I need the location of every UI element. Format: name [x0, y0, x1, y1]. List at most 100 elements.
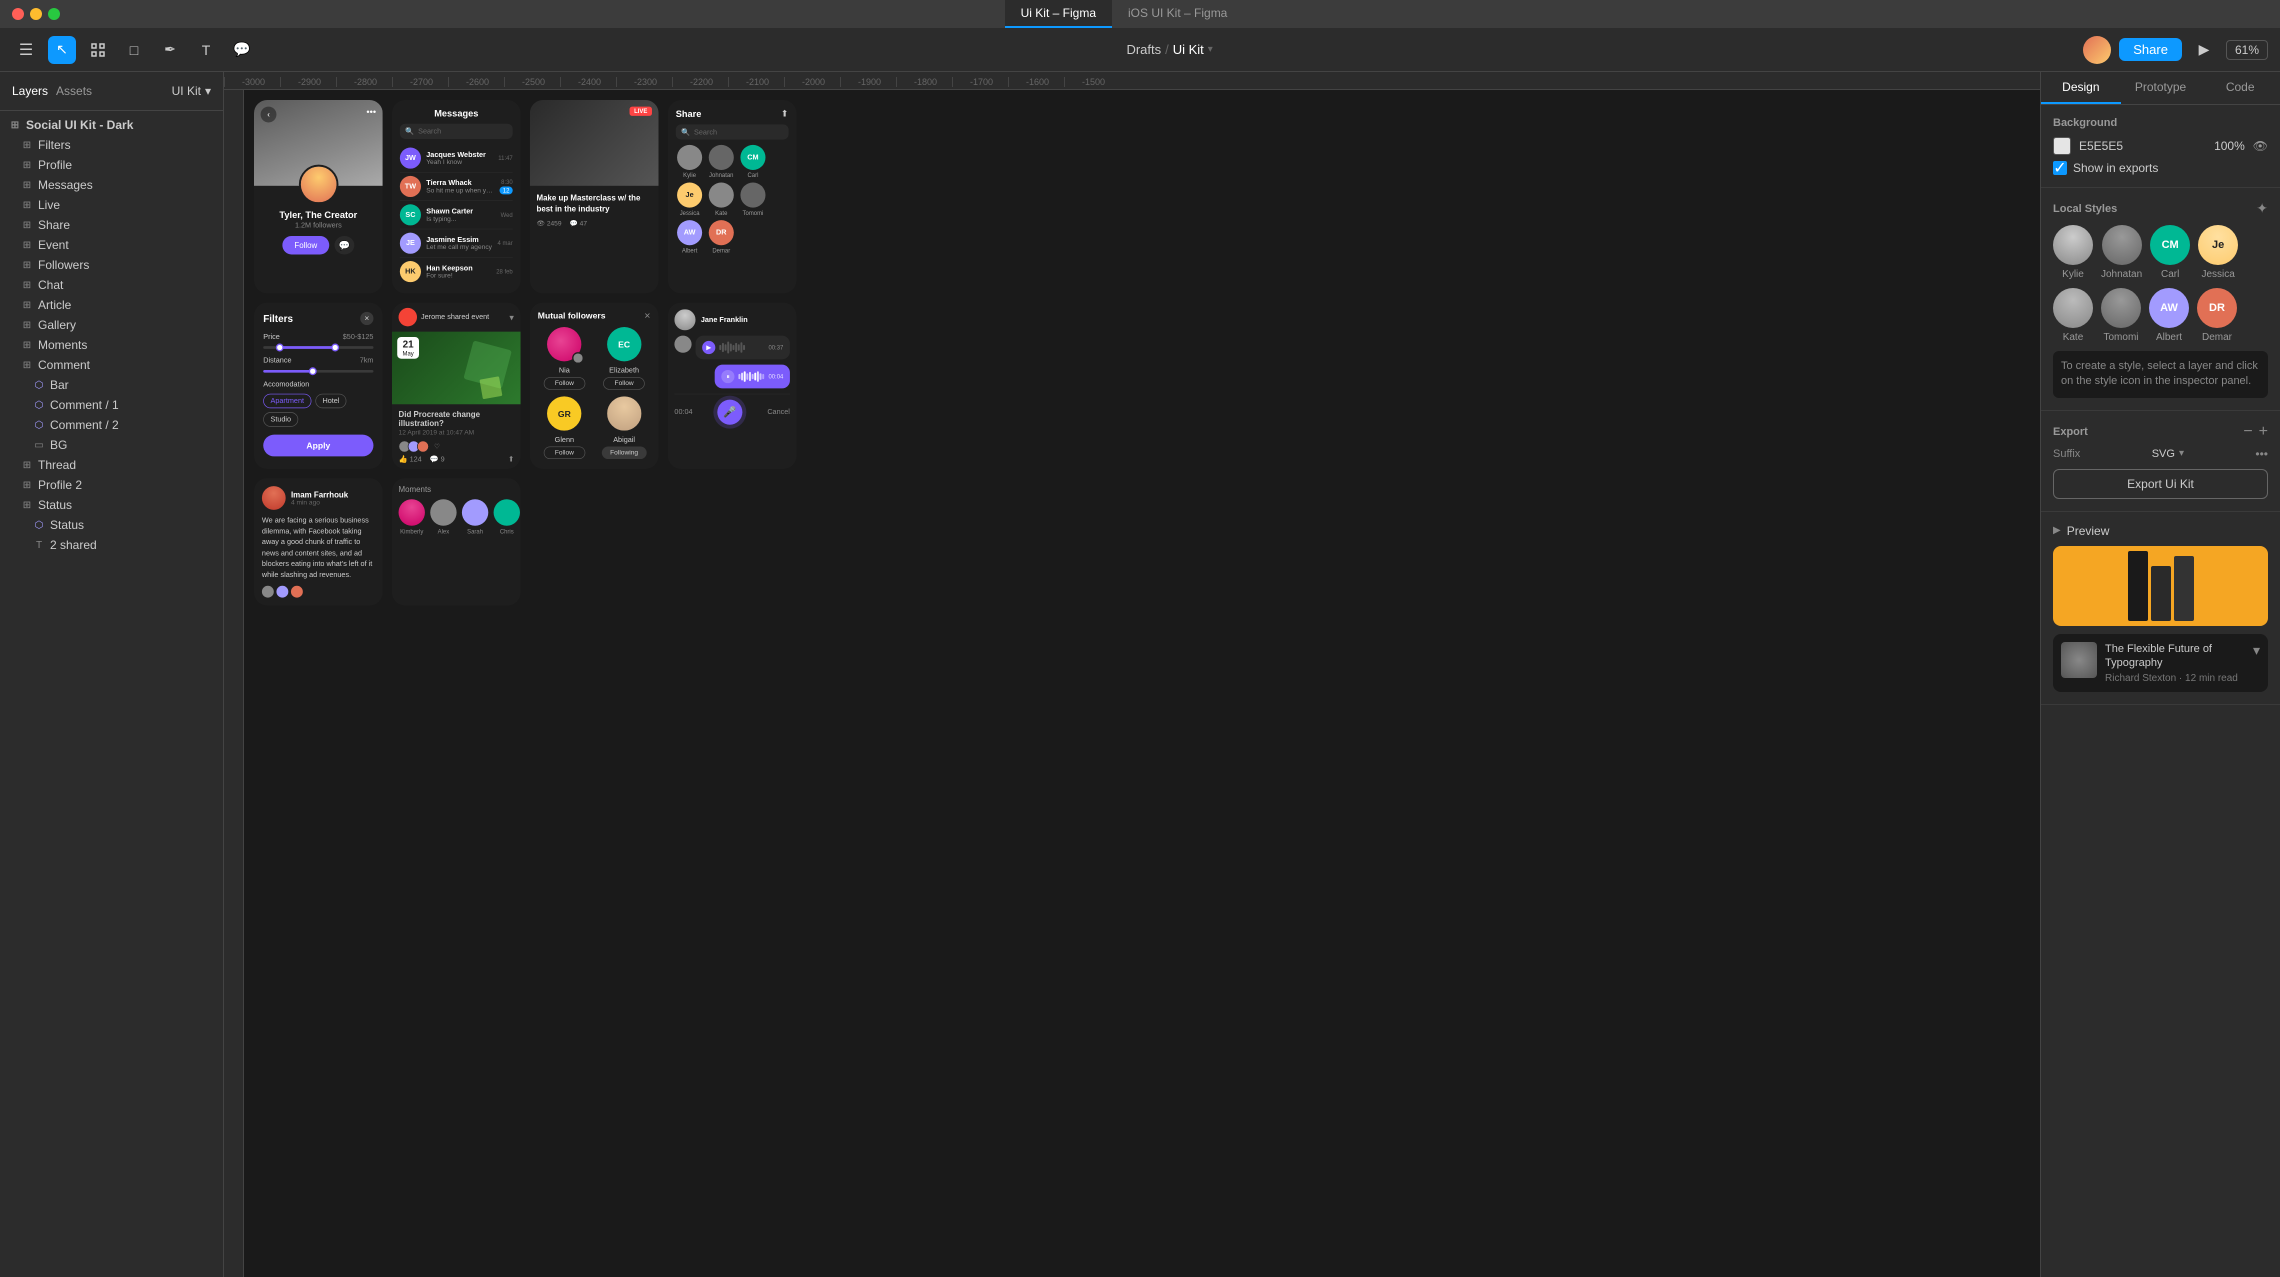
- moment-item-alex[interactable]: Alex: [430, 499, 456, 535]
- pen-tool-button[interactable]: ✒: [156, 36, 184, 64]
- messages-search[interactable]: 🔍 Search: [400, 124, 513, 139]
- remove-export-button[interactable]: −: [2243, 423, 2252, 441]
- layer-item-profile[interactable]: ⊞ Profile: [0, 155, 223, 175]
- layer-item-status[interactable]: ⊞ Status: [0, 495, 223, 515]
- moment-item-kimberly[interactable]: Kimberly: [399, 499, 425, 535]
- preview-header[interactable]: ▶ Preview: [2053, 524, 2268, 538]
- mic-button[interactable]: 🎤: [717, 400, 742, 425]
- follow-button[interactable]: Follow: [282, 236, 329, 254]
- share-avatar-item[interactable]: CM Carl: [739, 145, 767, 179]
- add-style-icon[interactable]: ✦: [2256, 200, 2268, 217]
- comment-tool-button[interactable]: 💬: [228, 36, 256, 64]
- layer-item-comment2[interactable]: ⬡ Comment / 2: [0, 415, 223, 435]
- nia-follow-button[interactable]: Follow: [544, 377, 586, 390]
- shape-tool-button[interactable]: □: [120, 36, 148, 64]
- layer-item-gallery[interactable]: ⊞ Gallery: [0, 315, 223, 335]
- frame-tool-button[interactable]: [84, 36, 112, 64]
- more-options-icon[interactable]: •••: [2255, 447, 2268, 461]
- layer-item-comment1[interactable]: ⬡ Comment / 1: [0, 395, 223, 415]
- share-avatar-item[interactable]: Kylie: [676, 145, 704, 179]
- background-color-swatch[interactable]: [2053, 137, 2071, 155]
- article-expand-icon[interactable]: ▾: [2253, 642, 2260, 659]
- zoom-level[interactable]: 61%: [2226, 40, 2268, 60]
- breadcrumb-current[interactable]: Ui Kit: [1173, 42, 1204, 57]
- fullscreen-traffic-light[interactable]: [48, 8, 60, 20]
- layer-item-profile2[interactable]: ⊞ Profile 2: [0, 475, 223, 495]
- apply-button[interactable]: Apply: [263, 435, 373, 457]
- hamburger-menu-button[interactable]: ☰: [12, 36, 40, 64]
- message-item[interactable]: JW Jacques Webster Yeah I know 11:47: [400, 144, 513, 172]
- distance-slider-thumb[interactable]: [309, 367, 317, 375]
- share-avatar-item[interactable]: AW Albert: [676, 220, 704, 254]
- play-button[interactable]: ▶: [2190, 36, 2218, 64]
- moment-item-sarah[interactable]: Sarah: [462, 499, 488, 535]
- message-item[interactable]: SC Shawn Carter Is typing... Wed: [400, 201, 513, 229]
- share-button[interactable]: Share: [2119, 38, 2182, 61]
- layer-item-moments[interactable]: ⊞ Moments: [0, 335, 223, 355]
- layer-item-article[interactable]: ⊞ Article: [0, 295, 223, 315]
- play-audio-button[interactable]: ▶: [702, 341, 715, 354]
- price-slider-thumb-left[interactable]: [276, 344, 284, 352]
- elizabeth-follow-button[interactable]: Follow: [603, 377, 645, 390]
- event-expand-icon[interactable]: ▾: [509, 312, 514, 323]
- layer-item-status-comp[interactable]: ⬡ Status: [0, 515, 223, 535]
- moment-item-chris[interactable]: Chris: [494, 499, 520, 535]
- add-export-button[interactable]: +: [2259, 423, 2268, 441]
- distance-slider-track[interactable]: [263, 370, 373, 373]
- share-avatar-item[interactable]: Johnatan: [707, 145, 735, 179]
- share-upload-icon[interactable]: ⬆: [781, 108, 789, 119]
- show-in-exports-checkbox[interactable]: ✓: [2053, 161, 2067, 175]
- share-avatar-item[interactable]: DR Demar: [707, 220, 735, 254]
- format-dropdown[interactable]: SVG ▾: [2152, 448, 2184, 460]
- tab-prototype[interactable]: Prototype: [2121, 72, 2201, 104]
- background-hex-value[interactable]: E5E5E5: [2079, 139, 2206, 153]
- abigail-following-button[interactable]: Following: [602, 447, 647, 460]
- layer-item-filters[interactable]: ⊞ Filters: [0, 135, 223, 155]
- share-avatar-item[interactable]: Kate: [707, 183, 735, 217]
- layer-item-live[interactable]: ⊞ Live: [0, 195, 223, 215]
- layer-item-social-ui-kit[interactable]: ⊞ Social UI Kit - Dark: [0, 115, 223, 135]
- visibility-toggle-icon[interactable]: 👁: [2253, 139, 2268, 153]
- tab-design[interactable]: Design: [2041, 72, 2121, 104]
- price-slider-track[interactable]: [263, 346, 373, 349]
- glenn-follow-button[interactable]: Follow: [544, 447, 586, 460]
- apartment-option-button[interactable]: Apartment: [263, 394, 311, 409]
- studio-option-button[interactable]: Studio: [263, 412, 298, 427]
- layer-item-messages[interactable]: ⊞ Messages: [0, 175, 223, 195]
- mutual-close-button[interactable]: ✕: [644, 311, 651, 320]
- tab-layers[interactable]: Layers: [12, 80, 48, 102]
- layer-item-bg[interactable]: ▭ BG: [0, 435, 223, 455]
- share-avatar-item[interactable]: Je Jessica: [676, 183, 704, 217]
- canvas-background[interactable]: ‹ ••• Tyler, The Creator: [244, 90, 2040, 1277]
- layer-item-share[interactable]: ⊞ Share: [0, 215, 223, 235]
- ui-kit-dropdown[interactable]: UI Kit ▾: [172, 84, 211, 98]
- more-options-icon[interactable]: •••: [366, 107, 376, 118]
- text-tool-button[interactable]: T: [192, 36, 220, 64]
- select-tool-button[interactable]: ↖: [48, 36, 76, 64]
- layer-item-followers[interactable]: ⊞ Followers: [0, 255, 223, 275]
- tab-code[interactable]: Code: [2200, 72, 2280, 104]
- layer-item-2shared[interactable]: T 2 shared: [0, 535, 223, 555]
- close-traffic-light[interactable]: [12, 8, 24, 20]
- minimize-traffic-light[interactable]: [30, 8, 42, 20]
- layer-item-bar[interactable]: ⬡ Bar: [0, 375, 223, 395]
- share-avatar-item[interactable]: Tomomi: [739, 183, 767, 217]
- pause-audio-button[interactable]: ⏸: [722, 370, 735, 383]
- layer-item-thread[interactable]: ⊞ Thread: [0, 455, 223, 475]
- user-avatar[interactable]: [2083, 36, 2111, 64]
- cancel-recording-button[interactable]: Cancel: [767, 408, 790, 416]
- filters-close-button[interactable]: ✕: [360, 312, 373, 325]
- event-like-action[interactable]: 👍 124: [399, 455, 422, 464]
- price-slider-thumb-right[interactable]: [331, 344, 339, 352]
- back-button[interactable]: ‹: [261, 107, 277, 123]
- breadcrumb-root[interactable]: Drafts: [1126, 42, 1161, 57]
- event-share-action[interactable]: ⬆: [508, 455, 514, 464]
- hotel-option-button[interactable]: Hotel: [315, 394, 346, 409]
- layer-item-event[interactable]: ⊞ Event: [0, 235, 223, 255]
- share-search-bar[interactable]: 🔍 Search: [676, 124, 789, 139]
- tab-assets[interactable]: Assets: [56, 80, 92, 102]
- message-button[interactable]: 💬: [334, 236, 354, 254]
- layer-item-comment[interactable]: ⊞ Comment: [0, 355, 223, 375]
- event-comment-action[interactable]: 💬 9: [430, 455, 445, 464]
- tab-ui-kit[interactable]: Ui Kit – Figma: [1005, 0, 1112, 28]
